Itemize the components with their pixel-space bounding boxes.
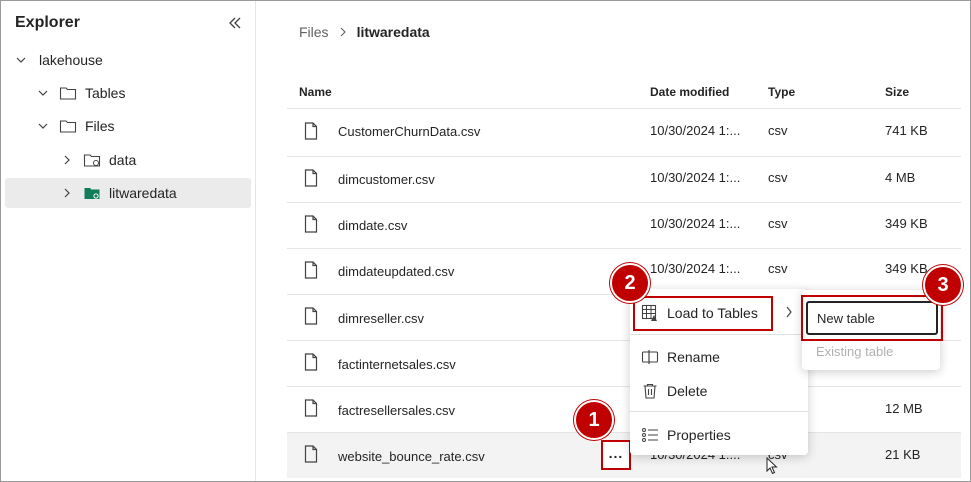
more-options-button[interactable]: ...	[601, 440, 631, 470]
step-badge-3: 3	[923, 265, 963, 305]
tree-label: data	[109, 152, 137, 168]
menu-item-label: Properties	[667, 427, 731, 443]
file-icon	[304, 215, 318, 233]
tree-item-tables[interactable]: Tables	[5, 78, 251, 108]
explorer-title: Explorer	[15, 14, 80, 31]
file-icon	[304, 353, 318, 371]
tree-label: Tables	[85, 85, 126, 101]
file-icon	[304, 445, 318, 463]
folder-link-icon	[83, 154, 101, 167]
rename-icon	[641, 350, 659, 364]
explorer-sidebar: Explorer lakehouse Tables Files data lit…	[1, 1, 256, 481]
file-icon	[304, 122, 318, 140]
file-name: dimdate.csv	[338, 218, 408, 233]
file-size: 12 MB	[885, 401, 923, 416]
trash-icon	[643, 383, 657, 399]
file-size: 349 KB	[885, 261, 928, 276]
file-icon	[304, 399, 318, 417]
menu-item-rename[interactable]: Rename	[630, 341, 808, 373]
tree-label: Files	[85, 118, 115, 134]
file-name: dimreseller.csv	[338, 311, 424, 326]
chevron-right-icon	[340, 27, 346, 37]
file-type: csv	[768, 216, 788, 231]
table-row[interactable]: dimcustomer.csv 10/30/2024 1:... csv 4 M…	[287, 157, 961, 202]
tree-item-data[interactable]: data	[5, 145, 251, 175]
file-date: 10/30/2024 1:...	[650, 216, 741, 231]
step-badge-1: 1	[574, 400, 614, 440]
tree-item-lakehouse[interactable]: lakehouse	[5, 45, 251, 75]
folder-icon	[59, 87, 77, 100]
tree-label: litwaredata	[109, 185, 177, 201]
chevron-right-icon	[786, 306, 792, 318]
column-header-name[interactable]: Name	[299, 85, 332, 99]
file-size: 21 KB	[885, 447, 921, 462]
tree-item-files[interactable]: Files	[5, 111, 251, 141]
column-header-type[interactable]: Type	[768, 85, 795, 99]
step-badge-2: 2	[610, 263, 650, 303]
chevron-right-icon[interactable]	[61, 154, 73, 166]
header-divider	[287, 108, 961, 109]
tree-label: lakehouse	[39, 52, 103, 68]
submenu-existing-table: Existing table	[816, 344, 894, 359]
chevron-right-icon[interactable]	[61, 187, 73, 199]
table-row[interactable]: factresellersales.csv 12 MB	[287, 387, 961, 432]
menu-item-properties[interactable]: Properties	[630, 419, 808, 451]
menu-item-delete[interactable]: Delete	[630, 375, 808, 407]
tree-item-litwaredata[interactable]: litwaredata	[5, 178, 251, 208]
highlight-new-table	[801, 295, 943, 341]
file-date: 10/30/2024 1:...	[650, 170, 741, 185]
file-name: CustomerChurnData.csv	[338, 124, 481, 139]
menu-divider	[630, 411, 808, 412]
menu-item-label: Delete	[667, 383, 708, 399]
breadcrumb: Files litwaredata	[299, 24, 430, 40]
file-name: dimcustomer.csv	[338, 172, 435, 187]
chevron-down-icon[interactable]	[37, 120, 49, 132]
file-date: 10/30/2024 1:...	[650, 261, 741, 276]
more-options-label: ...	[608, 445, 624, 461]
file-name: factinternetsales.csv	[338, 357, 456, 372]
column-header-date[interactable]: Date modified	[650, 85, 729, 99]
menu-divider	[630, 334, 808, 335]
file-icon	[304, 261, 318, 279]
file-type: csv	[768, 123, 788, 138]
file-name: website_bounce_rate.csv	[338, 449, 485, 464]
mouse-cursor-icon	[766, 457, 778, 475]
breadcrumb-files[interactable]: Files	[299, 24, 329, 40]
file-type: csv	[768, 170, 788, 185]
file-icon	[304, 169, 318, 187]
folder-icon	[59, 120, 77, 133]
menu-item-label: Rename	[667, 349, 720, 365]
file-size: 741 KB	[885, 123, 928, 138]
file-name: factresellersales.csv	[338, 403, 456, 418]
file-icon	[304, 307, 318, 325]
collapse-icon[interactable]	[227, 15, 243, 31]
file-name: dimdateupdated.csv	[338, 264, 455, 279]
table-row[interactable]: dimdate.csv 10/30/2024 1:... csv 349 KB	[287, 203, 961, 248]
file-type: csv	[768, 261, 788, 276]
column-header-size[interactable]: Size	[885, 85, 909, 99]
folder-selected-icon	[84, 188, 100, 199]
file-date: 10/30/2024 1:...	[650, 123, 741, 138]
file-size: 4 MB	[885, 170, 916, 185]
table-row[interactable]: CustomerChurnData.csv 10/30/2024 1:... c…	[287, 110, 961, 155]
chevron-down-icon[interactable]	[37, 87, 49, 99]
file-size: 349 KB	[885, 216, 928, 231]
breadcrumb-current: litwaredata	[356, 24, 430, 40]
highlight-load-to-tables	[633, 296, 773, 331]
chevron-down-icon[interactable]	[15, 54, 27, 66]
properties-icon	[642, 428, 658, 442]
